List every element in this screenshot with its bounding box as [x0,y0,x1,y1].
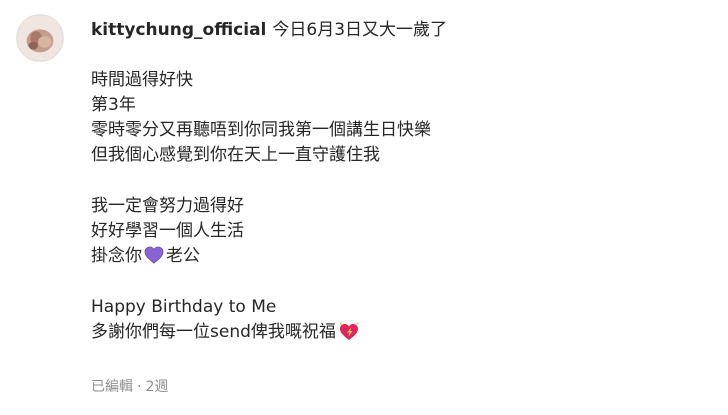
timestamp-link[interactable]: 2週 [145,379,168,395]
caption-line: 好好學習一個人生活 [91,221,244,241]
purple-heart-icon [144,246,164,264]
caption-line: 我一定會努力過得好 [91,196,244,216]
caption-paragraph-3: Happy Birthday to Me 多謝你們每一位send俾我嘅祝福 [91,295,711,345]
caption-line: Happy Birthday to Me [91,297,277,317]
caption-line: 但我個心感覺到你在天上一直守護住我 [91,145,380,165]
caption-paragraph-1: 時間過得好快 第3年 零時零分又再聽唔到你同我第一個講生日快樂 但我個心感覺到你… [91,68,711,168]
username-link[interactable]: kittychung_official [91,20,266,40]
caption-line: 時間過得好快 [91,70,193,90]
edited-label: 已編輯 [91,379,133,395]
instagram-caption-post: kittychung_official 今日6月3日又大一歲了 時間過得好快 第3… [0,0,728,415]
caption-paragraph-2: 我一定會努力過得好 好好學習一個人生活 掛念你 老公 [91,194,711,269]
caption-line: 零時零分又再聽唔到你同我第一個講生日快樂 [91,120,431,140]
caption-line-with-emoji: 掛念你 老公 [91,244,711,269]
avatar-photo-icon [17,15,63,61]
caption-text: 多謝你們每一位send俾我嘅祝福 [91,322,336,342]
sparkling-heart-icon [338,321,360,341]
caption-line: 第3年 [91,95,136,115]
caption-first-line: 今日6月3日又大一歲了 [272,20,448,40]
meta-separator: · [137,379,142,395]
avatar[interactable] [16,14,64,62]
caption-header: kittychung_official 今日6月3日又大一歲了 [91,18,711,42]
caption-text: 老公 [166,246,200,266]
caption-text: 掛念你 [91,246,142,266]
caption-content: kittychung_official 今日6月3日又大一歲了 時間過得好快 第3… [91,18,711,345]
post-meta: 已編輯 · 2週 [91,377,168,397]
caption-line-with-emoji: 多謝你們每一位send俾我嘅祝福 [91,320,711,345]
